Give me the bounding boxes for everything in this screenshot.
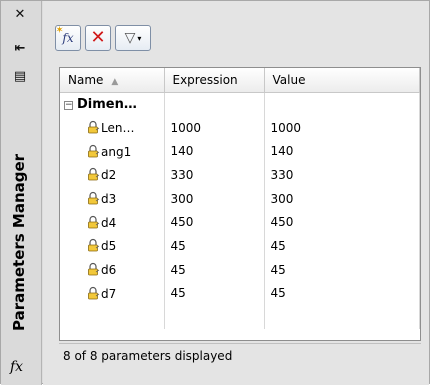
parameter-name-cell[interactable]: d4 — [60, 210, 165, 235]
fx-icon: ✶ fx — [55, 25, 74, 45]
parameter-expression-cell[interactable]: 140 — [164, 139, 265, 164]
parameter-value-cell: 140 — [264, 139, 420, 164]
parameter-value-cell: 300 — [264, 186, 420, 211]
dimension-constraint-icon — [86, 144, 100, 158]
delete-icon: ✕ — [90, 27, 106, 48]
table-row[interactable]: d3 300 300 — [60, 186, 420, 211]
empty-cell — [264, 305, 420, 329]
parameter-name-cell[interactable]: d2 — [60, 163, 165, 187]
palette-title: Parameters Manager — [10, 153, 28, 331]
dimension-constraint-icon — [86, 286, 100, 300]
fx-icon: fx — [10, 359, 24, 375]
parameter-name-cell[interactable]: Len… — [60, 115, 165, 140]
palette-title-strip: ✕ ⇤ ▤ Parameters Manager fx — [1, 1, 42, 385]
table-row[interactable]: d4 450 450 — [60, 210, 420, 235]
new-user-parameter-button[interactable]: ✶ fx — [55, 25, 81, 51]
table-row[interactable]: d5 45 45 — [60, 234, 420, 258]
chevron-down-icon: ▾ — [137, 33, 142, 43]
parameter-expression-cell[interactable]: 450 — [164, 210, 265, 235]
parameters-grid: Name ▲ Expression Value − Dimen… Len… 1000 1… — [59, 67, 421, 341]
parameter-value-cell: 450 — [264, 210, 420, 235]
parameter-value-cell: 330 — [264, 163, 420, 187]
group-name: − Dimen… — [60, 92, 165, 116]
parameter-value-cell: 45 — [264, 234, 420, 258]
parameter-expression-cell[interactable]: 45 — [164, 281, 265, 306]
table-row[interactable]: d6 45 45 — [60, 257, 420, 282]
delete-button[interactable]: ✕ — [85, 25, 111, 51]
parameter-value-cell: 1000 — [264, 115, 420, 140]
parameter-expression-cell[interactable]: 45 — [164, 257, 265, 282]
status-text: 8 of 8 parameters displayed — [63, 349, 233, 363]
group-expression-cell — [164, 92, 265, 116]
toolbar: ✶ fx ✕ ▽ ▾ — [55, 25, 151, 55]
parameters-manager-palette: ✕ ⇤ ▤ Parameters Manager fx ✶ fx ✕ ▽ ▾ N… — [0, 0, 430, 385]
status-divider — [59, 343, 421, 344]
dimension-constraint-icon — [86, 238, 100, 252]
column-header-name[interactable]: Name ▲ — [60, 68, 165, 93]
filter-button[interactable]: ▽ ▾ — [115, 25, 151, 51]
palette-content: ✶ fx ✕ ▽ ▾ Name ▲ Expression Value − Dim… — [43, 1, 429, 385]
dimension-constraint-icon — [86, 120, 100, 134]
column-header-expression[interactable]: Expression — [164, 68, 265, 93]
parameter-expression-cell[interactable]: 45 — [164, 234, 265, 258]
dimension-constraint-icon — [86, 215, 100, 229]
auto-hide-icon[interactable]: ⇤ — [9, 39, 31, 57]
empty-cell — [164, 305, 265, 329]
parameter-expression-cell[interactable]: 330 — [164, 163, 265, 187]
parameter-expression-cell[interactable]: 1000 — [164, 115, 265, 140]
table-row[interactable]: Len… 1000 1000 — [60, 115, 420, 140]
close-icon[interactable]: ✕ — [9, 5, 31, 23]
dimension-constraint-icon — [86, 191, 100, 205]
empty-row — [60, 305, 420, 329]
collapse-icon[interactable]: − — [64, 100, 73, 110]
sort-ascending-icon: ▲ — [111, 76, 119, 87]
empty-cell — [60, 305, 165, 329]
group-value-cell — [264, 92, 420, 116]
table-row[interactable]: d2 330 330 — [60, 163, 420, 187]
parameter-name-cell[interactable]: d3 — [60, 186, 165, 211]
parameter-expression-cell[interactable]: 300 — [164, 186, 265, 211]
dimension-constraint-icon — [86, 262, 100, 276]
table-row[interactable]: d7 45 45 — [60, 281, 420, 306]
column-header-value[interactable]: Value — [264, 68, 420, 93]
parameter-name-cell[interactable]: d7 — [60, 281, 165, 306]
parameter-name-cell[interactable]: d5 — [60, 234, 165, 258]
dimension-constraint-icon — [86, 167, 100, 181]
filter-icon: ▽ — [124, 30, 136, 46]
parameter-value-cell: 45 — [264, 257, 420, 282]
parameter-name-cell[interactable]: d6 — [60, 257, 165, 282]
table-row[interactable]: ang1 140 140 — [60, 139, 420, 164]
parameter-name-cell[interactable]: ang1 — [60, 139, 165, 164]
group-row-dimensional[interactable]: − Dimen… — [60, 92, 420, 116]
properties-menu-icon[interactable]: ▤ — [9, 67, 31, 85]
parameter-value-cell: 45 — [264, 281, 420, 306]
